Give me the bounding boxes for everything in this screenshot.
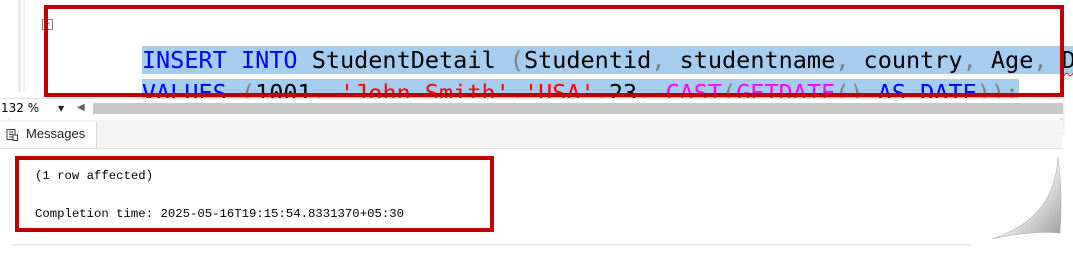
zoom-selector[interactable]: 132 % ▼	[0, 100, 70, 117]
messages-highlight-box	[15, 156, 494, 232]
page-curl-decoration	[970, 135, 1073, 253]
change-tracking-margin	[23, 0, 25, 92]
tab-messages[interactable]: Messages	[0, 122, 97, 148]
editor-gutter	[18, 0, 21, 92]
horizontal-scrollbar[interactable]	[93, 103, 1063, 114]
screenshot-stage: − INSERT INTO StudentDetail (Studentid, …	[0, 0, 1073, 253]
messages-icon	[6, 129, 18, 141]
scroll-left-arrow-icon[interactable]: ◀	[77, 101, 85, 115]
zoom-value: 132 %	[1, 101, 40, 115]
tab-messages-label: Messages	[26, 126, 86, 141]
results-tab-strip: Messages	[0, 120, 1063, 149]
code-highlight-box	[44, 5, 1064, 97]
editor-status-bar: 132 % ▼ ◀	[0, 98, 1063, 118]
chevron-down-icon[interactable]: ▼	[58, 100, 64, 117]
